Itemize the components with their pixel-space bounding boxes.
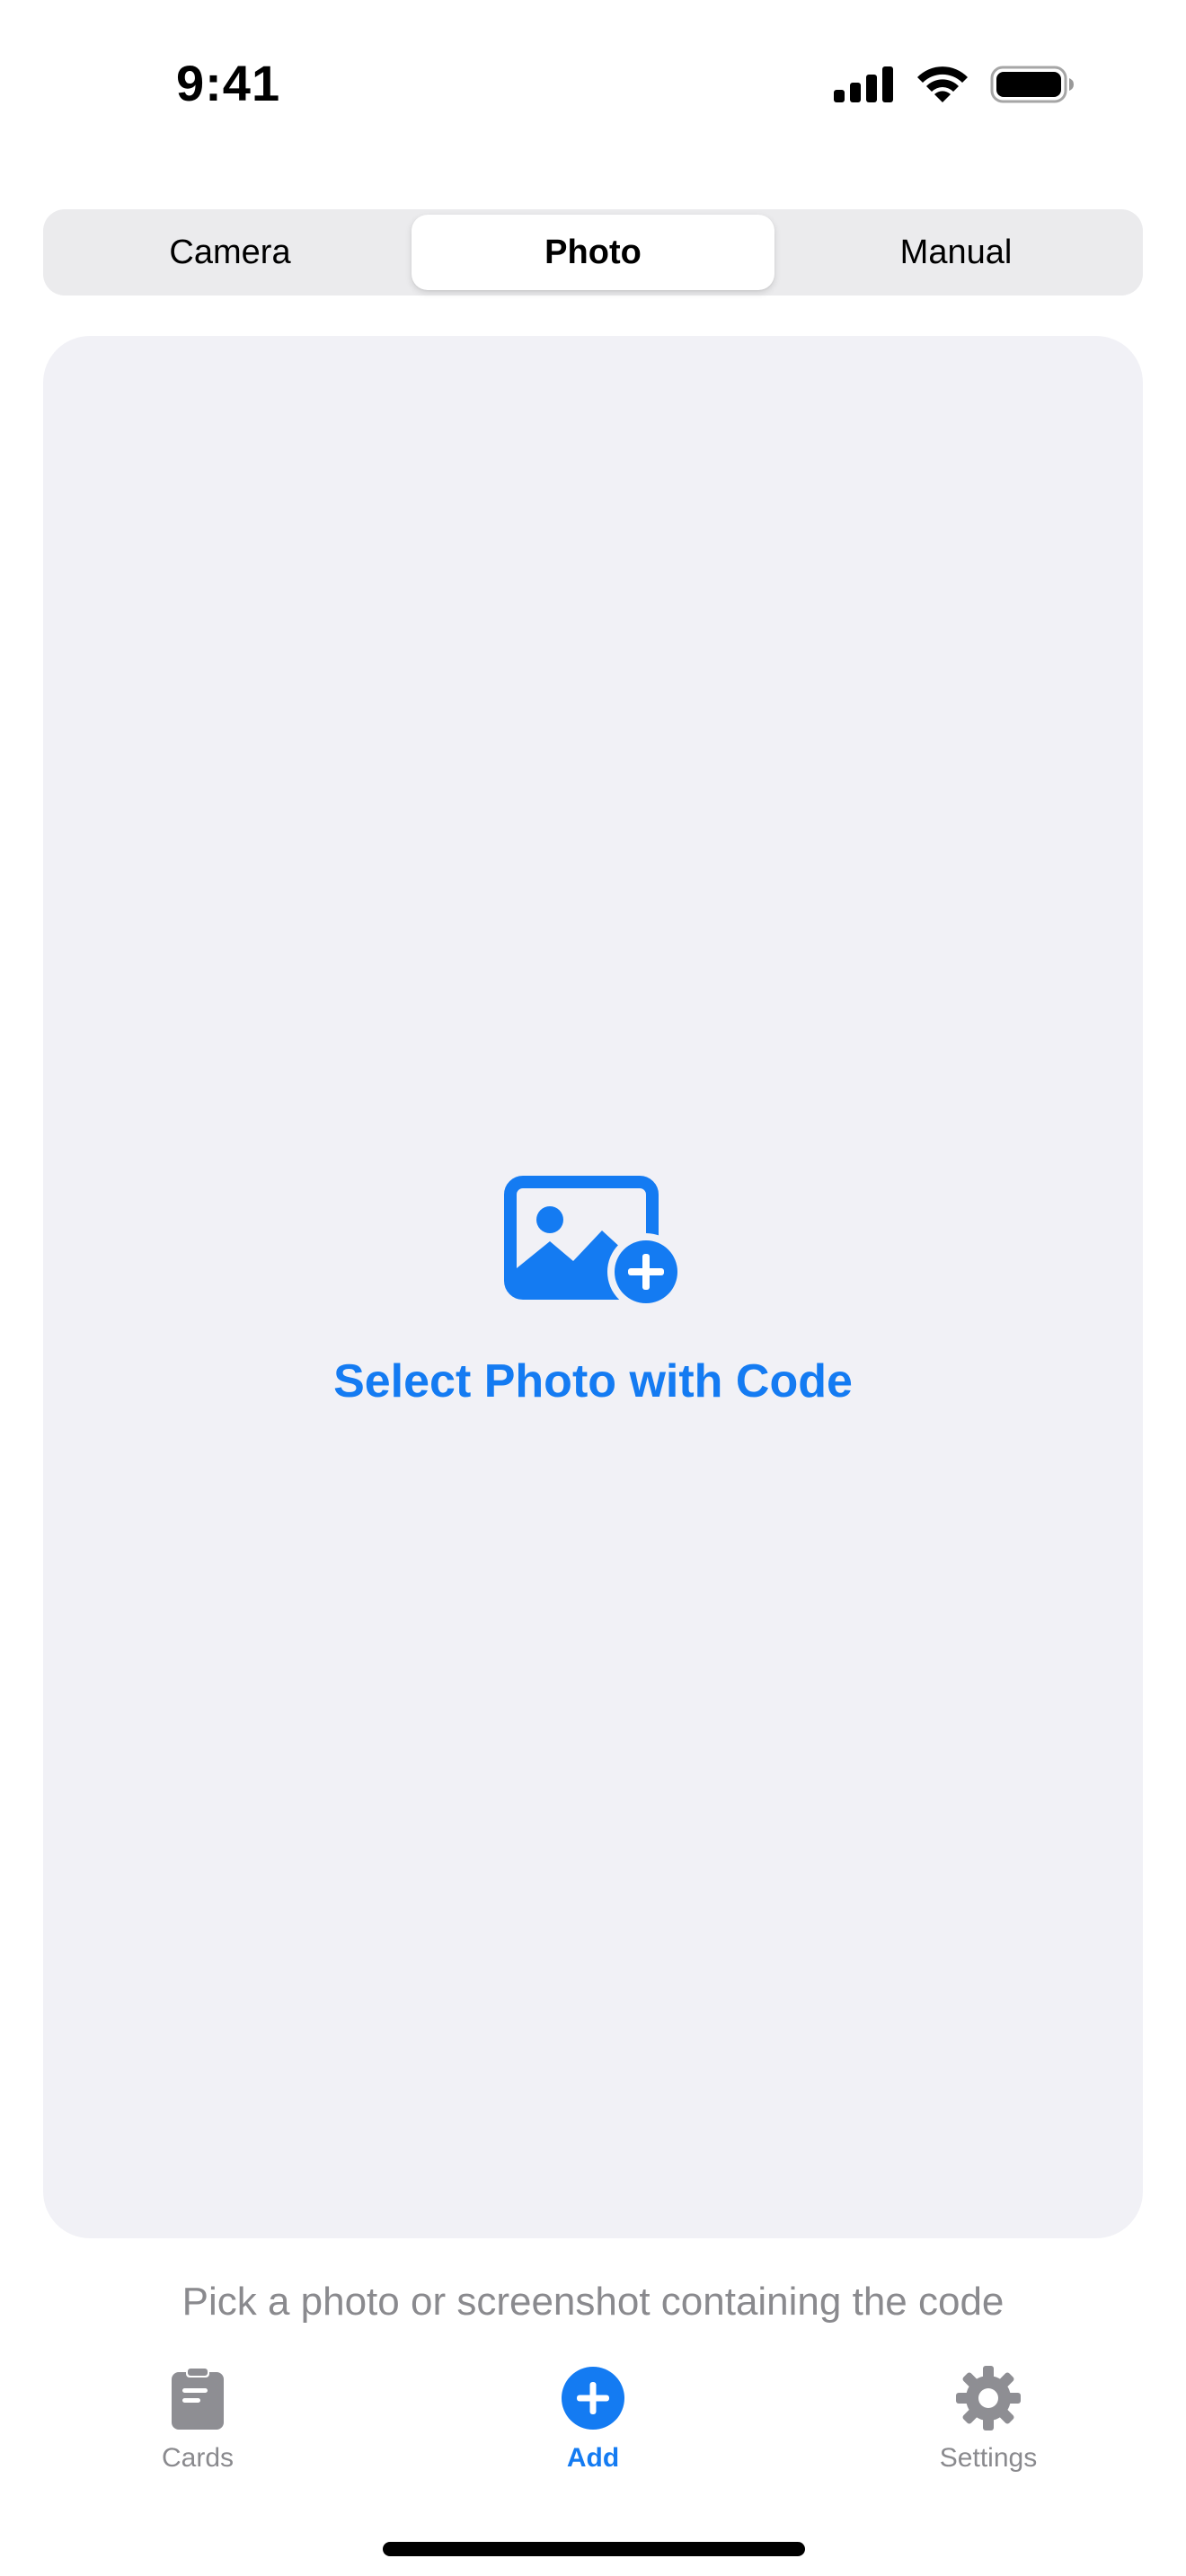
battery-icon [990,65,1075,104]
select-photo-button[interactable]: Select Photo with Code [43,1175,1143,1408]
screen: 9:41 Camera Photo Manual Select Photo wi… [0,0,1186,2576]
segment-camera[interactable]: Camera [49,215,412,290]
input-mode-segmented-control[interactable]: Camera Photo Manual [43,209,1143,296]
tab-add[interactable]: Add [485,2362,701,2474]
tab-add-label: Add [566,2443,620,2473]
tab-bar: Cards Add Settings [0,2362,1186,2497]
segment-manual[interactable]: Manual [774,215,1137,290]
photo-badge-plus-icon [503,1175,683,1308]
segment-photo[interactable]: Photo [412,215,774,290]
gear-icon [954,2362,1022,2434]
home-indicator[interactable] [383,2542,805,2556]
status-icons [832,63,1075,106]
tab-settings[interactable]: Settings [881,2362,1096,2474]
status-time: 9:41 [176,55,281,111]
select-photo-label: Select Photo with Code [333,1355,853,1407]
photo-picker-card[interactable]: Select Photo with Code [43,336,1143,2238]
plus-circle-icon [560,2362,626,2434]
tab-cards[interactable]: Cards [90,2362,305,2474]
tab-settings-label: Settings [939,2443,1038,2473]
tab-cards-label: Cards [161,2443,235,2473]
hint-text: Pick a photo or screenshot containing th… [181,2280,1005,2324]
clipboard-icon [170,2362,226,2434]
wifi-icon [915,65,970,104]
cellular-signal-icon [832,65,895,104]
